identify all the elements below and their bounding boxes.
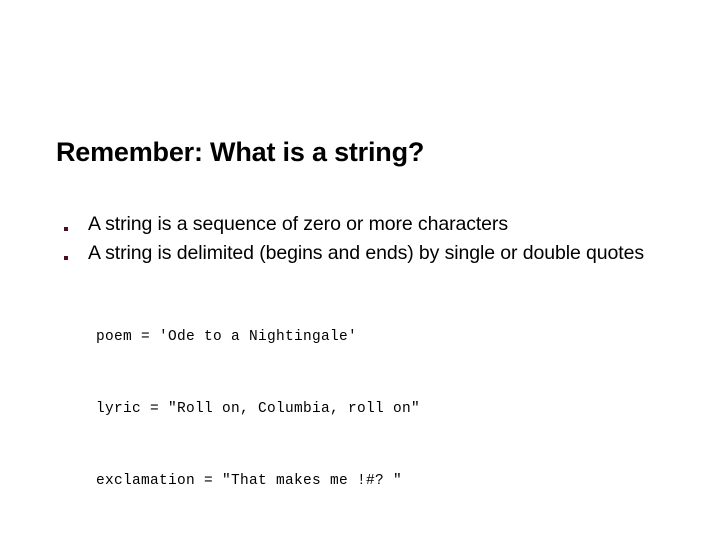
bullet-square-icon (64, 227, 68, 231)
list-item: A string is a sequence of zero or more c… (56, 210, 668, 239)
code-line: lyric = "Roll on, Columbia, roll on" (96, 401, 421, 417)
code-sample-block: poem = 'Ode to a Nightingale' lyric = "R… (96, 277, 668, 540)
page-title: Remember: What is a string? (56, 137, 425, 167)
code-line: exclamation = "That makes me !#? " (96, 473, 403, 489)
list-item-label: A string is a sequence of zero or more c… (88, 213, 508, 235)
bullet-square-icon (64, 256, 68, 260)
slide-canvas: Remember: What is a string? A string is … (0, 0, 720, 540)
code-line: poem = 'Ode to a Nightingale' (96, 329, 358, 345)
list-item-label: A string is delimited (begins and ends) … (88, 242, 644, 264)
slide-body: A string is a sequence of zero or more c… (56, 210, 668, 540)
list-item: A string is delimited (begins and ends) … (56, 239, 668, 268)
